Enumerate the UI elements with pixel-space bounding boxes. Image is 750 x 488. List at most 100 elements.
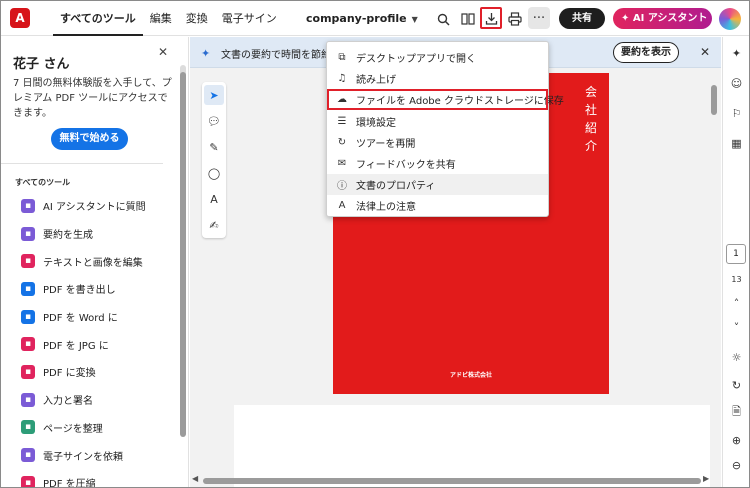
export-pdf-icon: ▪ [21,281,35,296]
chevron-up-icon[interactable]: ˄ [728,295,745,312]
grid-icon[interactable]: ▦ [728,135,745,152]
current-page-field[interactable]: 1 [726,244,746,264]
preferences-icon: ☰ [337,115,347,127]
tool-item[interactable]: ▪ AI アシスタントに質問 [1,192,179,220]
trial-description: 7 日間の無料体験版を入手して、プレミアム PDF ツールにアクセスできます。 [13,78,172,119]
adobe-legal-icon: A [338,200,346,212]
summary-icon: ▪ [21,226,35,241]
close-icon[interactable]: ✕ [700,45,710,59]
compress-pdf-icon: ▪ [21,475,35,487]
right-rail: ✦ ☺ ⚐ ▦ 1 13 ˄ ˅ ☼ ↻ 🗎︎ ⊕ ⊖ [722,37,749,487]
avatar[interactable] [719,8,741,30]
ai-assistant-button[interactable]: ✦ AI アシスタント [613,8,712,29]
fill-sign-icon: ▪ [21,392,35,407]
document-vertical-scrollbar[interactable] [711,85,717,115]
print-icon[interactable] [505,9,525,29]
show-summary-button[interactable]: 要約を表示 [613,42,679,63]
tour-icon: ↻ [337,136,347,148]
sign-icon[interactable]: ✍ [204,215,224,235]
tab-all-tools[interactable]: すべてのツール [53,1,143,36]
comments-icon[interactable]: ☺ [728,75,745,92]
tool-item[interactable]: ▪ PDF を Word に [1,303,179,331]
user-greeting: 花子 さん [13,57,70,72]
ai-sparkle-icon: ✦ [621,13,630,24]
organize-pages-icon: ▪ [21,420,35,435]
sparkle-icon: ✦ [201,47,211,60]
pen-icon[interactable]: ✎ [204,137,224,157]
document-horizontal-scrollbar[interactable] [203,478,701,484]
chevron-down-icon[interactable]: ˅ [728,319,745,336]
top-bar: A すべてのツール 編集 変換 電子サイン company-profile ▼ ·… [1,1,749,36]
tab-edit[interactable]: 編集 [143,1,179,36]
cover-title-char: 社 [584,103,597,117]
text-box-icon[interactable]: A [204,189,224,209]
close-icon[interactable]: ✕ [158,45,168,59]
download-icon[interactable] [480,7,502,29]
menu-item[interactable]: ⓘ 文書のプロパティ [327,174,548,196]
top-nav: すべてのツール 編集 変換 電子サイン [53,1,284,36]
lasso-icon[interactable]: ◯ [204,163,224,183]
ai-chat-icon[interactable]: ✦ [728,45,745,62]
banner-text: 文書の要約で時間を節約 [221,50,331,61]
tool-item[interactable]: ▪ ページを整理 [1,414,179,442]
tool-item-label: PDF を JPG に [43,340,109,352]
rotate-icon[interactable]: ↻ [728,377,745,394]
annotation-toolbar: ➤ 💬︎ ✎ ◯ A ✍ [202,82,226,238]
menu-item[interactable]: A 法律上の注意 [327,195,548,216]
tool-item-label: 入力と署名 [43,396,93,408]
tool-item[interactable]: ▪ 要約を生成 [1,220,179,248]
tool-item[interactable]: ▪ PDF を書き出し [1,275,179,303]
tool-item[interactable]: ▪ PDF に変換 [1,358,179,386]
pdf-to-jpg-icon: ▪ [21,337,35,352]
file-icon[interactable]: 🗎︎ [728,404,745,421]
tab-convert[interactable]: 変換 [179,1,215,36]
brightness-icon[interactable]: ☼ [728,349,745,366]
select-cursor-icon[interactable]: ➤ [204,85,224,105]
menu-item-label: ファイルを Adobe クラウドストレージに保存 [356,96,564,108]
menu-item[interactable]: ↻ ツアーを再開 [327,132,548,153]
headphones-icon: ♫ [337,73,347,85]
tool-item-label: テキストと画像を編集 [43,257,143,269]
start-free-trial-button[interactable]: 無料で始める [51,128,128,150]
comment-icon[interactable]: 💬︎ [204,111,224,131]
left-panel-scrollbar[interactable] [180,72,186,437]
tool-item[interactable]: ▪ テキストと画像を編集 [1,247,179,275]
zoom-out-icon[interactable]: ⊖ [728,457,745,474]
menu-item-label: ツアーを再開 [356,138,416,150]
menu-item[interactable]: ☰ 環境設定 [327,111,548,132]
bookmark-icon[interactable]: ⚐ [728,105,745,122]
scroll-right-icon[interactable]: ▶ [703,474,709,483]
app-window: A すべてのツール 編集 変換 電子サイン company-profile ▼ ·… [0,0,750,488]
tool-item-label: PDF を Word に [43,313,118,325]
tool-item-label: ページを整理 [43,423,103,435]
document-title[interactable]: company-profile ▼ [306,1,418,36]
more-options-icon[interactable]: ··· [528,7,550,29]
scroll-left-icon[interactable]: ◀ [192,474,198,483]
share-button[interactable]: 共有 [559,8,605,29]
tool-item[interactable]: ▪ 電子サインを依頼 [1,441,179,469]
menu-item[interactable]: ⧉ デスクトップアプリで開く [327,47,548,68]
tool-item[interactable]: ▪ PDF を JPG に [1,330,179,358]
menu-item-label: 法律上の注意 [356,202,416,214]
cloud-upload-icon: ☁ [337,94,347,106]
ai-assistant-label: AI アシスタント [632,13,708,24]
zoom-in-icon[interactable]: ⊕ [728,432,745,449]
more-options-menu: ⧉ デスクトップアプリで開く ♫ 読み上げ ☁ ファイルを Adobe クラウドストレージ… [326,41,564,217]
tool-item-label: 電子サインを依頼 [43,451,123,463]
search-icon[interactable] [433,9,453,29]
document-properties-icon: ⓘ [337,181,347,193]
menu-item[interactable]: ✉ フィードバックを共有 [327,153,548,174]
tool-list: ▪ AI アシスタントに質問 ▪ 要約を生成 ▪ テキストと画像を編集 ▪ PDF を書き出し… [1,192,179,487]
menu-item[interactable]: ♫ 読み上げ [327,68,548,89]
menu-item-label: フィードバックを共有 [356,160,456,171]
cover-title: 会社紹介 [584,83,598,155]
menu-item[interactable]: ☁ ファイルを Adobe クラウドストレージに保存 [327,89,564,111]
edit-text-image-icon: ▪ [21,254,35,269]
acrobat-logo[interactable]: A [10,8,30,28]
tab-e-sign[interactable]: 電子サイン [215,1,284,36]
ai-assistant-icon: ▪ [21,198,35,213]
tool-item[interactable]: ▪ PDF を圧縮 [1,469,179,487]
external-open-icon: ⧉ [338,52,346,63]
page-thumbnails-icon[interactable] [458,9,478,29]
tool-item[interactable]: ▪ 入力と署名 [1,386,179,414]
